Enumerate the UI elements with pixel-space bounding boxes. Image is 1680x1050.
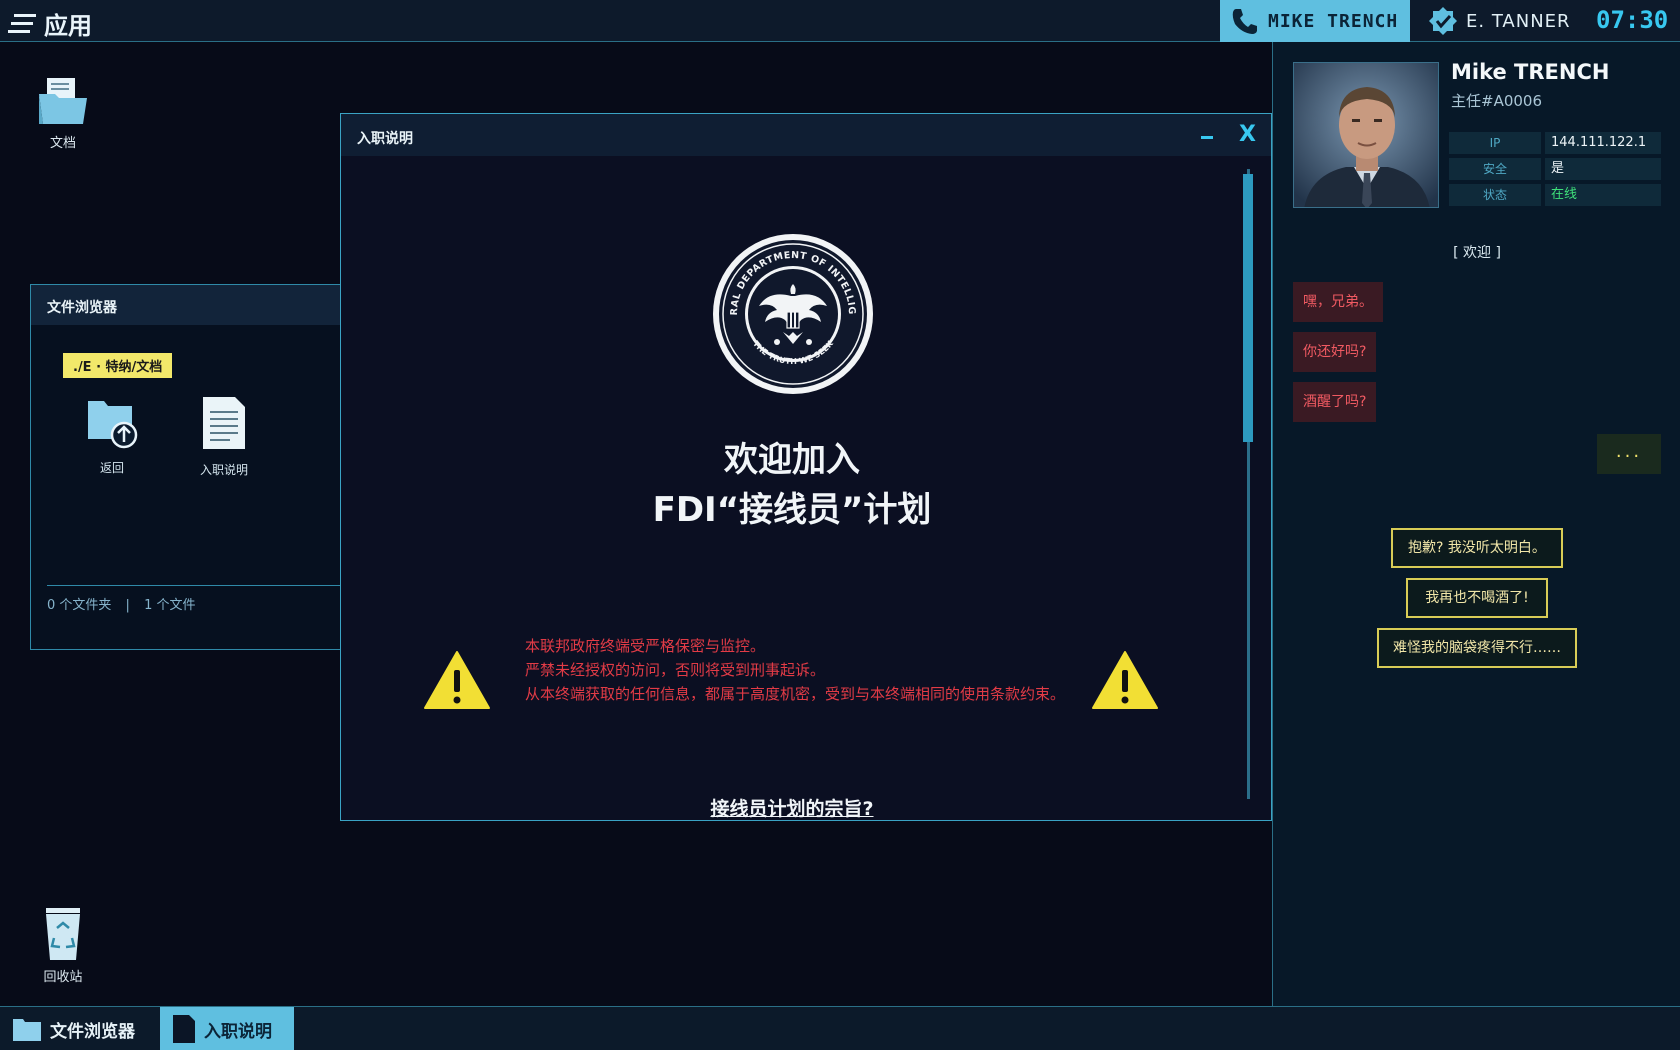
document-icon bbox=[173, 1015, 195, 1043]
taskbar: 文件浏览器 入职说明 bbox=[0, 1006, 1680, 1050]
apps-label: 应用 bbox=[44, 12, 92, 40]
clock: 07:30 bbox=[1596, 6, 1669, 34]
desktop-icon-documents[interactable]: 文档 bbox=[18, 72, 108, 151]
contact-panel: Mike TRENCH 主任#A0006 IP 144.111.122.1 安全… bbox=[1272, 42, 1680, 1006]
contact-role: 主任#A0006 bbox=[1451, 92, 1543, 110]
desktop-icon-recycle-bin[interactable]: 回收站 bbox=[18, 906, 108, 985]
scrollbar-thumb[interactable] bbox=[1243, 174, 1253, 442]
warning-line: 严禁未经授权的访问，否则将受到刑事起诉。 bbox=[525, 661, 826, 679]
warning-icon bbox=[424, 651, 490, 709]
taskbar-item-file-browser[interactable]: 文件浏览器 bbox=[0, 1007, 156, 1050]
contact-avatar bbox=[1293, 62, 1439, 208]
menu-icon bbox=[8, 13, 36, 33]
info-value: 144.111.122.1 bbox=[1545, 132, 1661, 154]
close-button[interactable]: X bbox=[1239, 122, 1256, 147]
fdi-seal-logo: FEDERAL DEPARTMENT OF INTELLIGENCE THE T… bbox=[711, 232, 873, 394]
taskbar-item-label: 入职说明 bbox=[204, 1021, 272, 1042]
status-separator: | bbox=[125, 598, 130, 613]
document-icon bbox=[203, 397, 245, 449]
status-online-value: 在线 bbox=[1545, 184, 1661, 206]
security-warning-text: 本联邦政府终端受严格保密与监控。 严禁未经授权的访问，否则将受到刑事起诉。 从本… bbox=[525, 634, 1065, 706]
warning-icon bbox=[1092, 651, 1158, 709]
desktop-icon-label: 文档 bbox=[49, 136, 76, 151]
file-count: 1 个文件 bbox=[144, 598, 196, 613]
folder-count: 0 个文件夹 bbox=[47, 598, 112, 613]
phone-icon bbox=[1232, 9, 1257, 34]
reply-option-button[interactable]: 难怪我的脑袋疼得不行…… bbox=[1377, 628, 1577, 668]
contact-name: Mike TRENCH bbox=[1451, 60, 1610, 84]
chat-welcome-tag: [ 欢迎 ] bbox=[1453, 245, 1501, 261]
reply-option-button[interactable]: 抱歉? 我没听太明白。 bbox=[1391, 528, 1563, 568]
incoming-message: 酒醒了吗? bbox=[1293, 382, 1377, 422]
file-item-onboarding[interactable]: 入职说明 bbox=[176, 395, 272, 478]
file-browser-window: 文件浏览器 ./E · 特纳/文档 返回 入职说明 0 个文件夹 | 1 个文件 bbox=[30, 284, 352, 650]
dialog-titlebar[interactable]: 入职说明 X bbox=[341, 114, 1271, 156]
file-browser-status: 0 个文件夹 | 1 个文件 bbox=[47, 585, 351, 613]
incoming-message: 你还好吗? bbox=[1293, 332, 1377, 372]
taskbar-item-label: 文件浏览器 bbox=[50, 1021, 135, 1042]
folder-up-icon bbox=[88, 401, 138, 449]
info-key: 安全 bbox=[1449, 158, 1541, 180]
info-key: IP bbox=[1449, 132, 1541, 154]
program-purpose-link[interactable]: 接线员计划的宗旨? bbox=[341, 794, 1243, 821]
active-call-tab[interactable]: MIKE TRENCH bbox=[1220, 0, 1410, 42]
incoming-message: 嘿，兄弟。 bbox=[1293, 282, 1383, 322]
recycle-bin-icon bbox=[46, 908, 80, 960]
typing-indicator: ... bbox=[1597, 434, 1661, 474]
welcome-heading-line1: 欢迎加入 bbox=[724, 440, 860, 480]
info-value: 是 bbox=[1545, 158, 1661, 180]
minimize-button[interactable] bbox=[1199, 126, 1217, 146]
user-tab[interactable]: E. TANNER bbox=[1428, 4, 1571, 38]
file-item-label: 入职说明 bbox=[199, 463, 248, 477]
caller-name: MIKE TRENCH bbox=[1268, 10, 1399, 32]
verified-badge-icon bbox=[1429, 7, 1457, 35]
info-key: 状态 bbox=[1449, 184, 1541, 206]
folder-documents-icon bbox=[39, 78, 87, 124]
folder-icon bbox=[13, 1019, 41, 1041]
desktop-icon-label: 回收站 bbox=[43, 970, 83, 985]
file-browser-path: ./E · 特纳/文档 bbox=[63, 353, 173, 378]
taskbar-item-onboarding[interactable]: 入职说明 bbox=[160, 1007, 294, 1050]
dialog-title: 入职说明 bbox=[357, 131, 413, 147]
warning-line: 从本终端获取的任何信息，都属于高度机密，受到与本终端相同的使用条款约束。 bbox=[525, 685, 1066, 703]
warning-line: 本联邦政府终端受严格保密与监控。 bbox=[525, 637, 766, 655]
file-item-back[interactable]: 返回 bbox=[64, 395, 160, 476]
user-name: E. TANNER bbox=[1466, 10, 1571, 32]
welcome-heading-line2: FDI“接线员”计划 bbox=[652, 490, 932, 530]
onboarding-dialog: 入职说明 X FEDERAL DEPARTMENT OF INTELLIGENC… bbox=[340, 113, 1272, 821]
apps-menu-button[interactable]: 应用 bbox=[8, 6, 92, 41]
file-item-label: 返回 bbox=[99, 461, 124, 475]
file-browser-title[interactable]: 文件浏览器 bbox=[31, 285, 351, 325]
reply-option-button[interactable]: 我再也不喝酒了! bbox=[1406, 578, 1548, 618]
top-bar: 应用 MIKE TRENCH E. TANNER 07:30 bbox=[0, 0, 1680, 42]
